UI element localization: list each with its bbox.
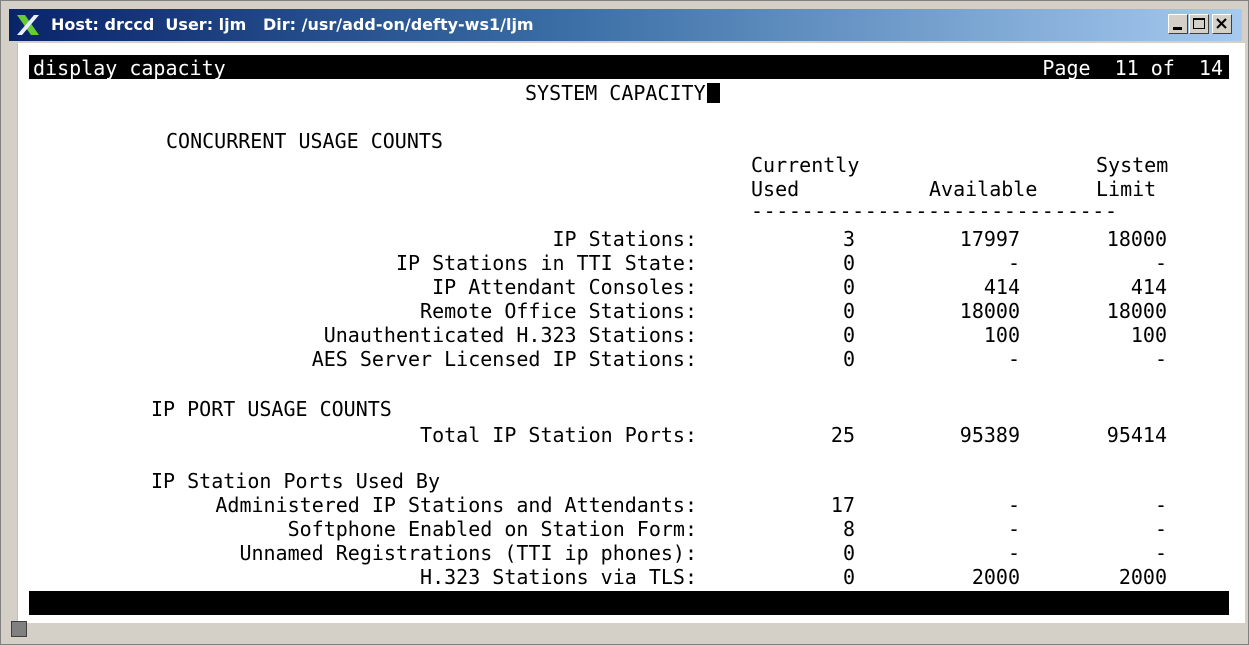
message-line xyxy=(29,591,1229,615)
screen-title: SYSTEM CAPACITY xyxy=(525,81,720,105)
limit-value: 18000 xyxy=(1106,227,1167,251)
port-usage-heading: IP PORT USAGE COUNTS xyxy=(151,397,392,421)
available-value: 17997 xyxy=(959,227,1020,251)
close-button[interactable] xyxy=(1212,14,1232,34)
x-app-icon xyxy=(17,15,39,35)
row-label: Administered IP Stations and Attendants: xyxy=(215,493,697,517)
limit-value: 95414 xyxy=(1106,423,1167,447)
available-value: 95389 xyxy=(959,423,1020,447)
row-label: Unauthenticated H.323 Stations: xyxy=(323,323,697,347)
used-value: 0 xyxy=(842,565,855,589)
used-value: 3 xyxy=(842,227,855,251)
available-value: - xyxy=(1007,517,1020,541)
available-value: - xyxy=(1007,493,1020,517)
available-value: 100 xyxy=(983,323,1020,347)
available-value: - xyxy=(1007,347,1020,371)
command-text: display capacity xyxy=(33,56,226,80)
available-value: 2000 xyxy=(971,565,1020,589)
row-label: IP Stations in TTI State: xyxy=(395,251,697,275)
limit-value: - xyxy=(1154,517,1167,541)
col-header-used-2: Used xyxy=(751,177,800,201)
limit-value: - xyxy=(1154,493,1167,517)
page-indicator: Page 11 of 14 xyxy=(1042,56,1223,80)
used-value: 0 xyxy=(842,299,855,323)
resize-grip[interactable] xyxy=(11,621,27,637)
used-value: 0 xyxy=(842,347,855,371)
used-value: 0 xyxy=(842,323,855,347)
row-label: Total IP Station Ports: xyxy=(420,423,697,447)
close-icon xyxy=(1216,18,1227,29)
limit-value: - xyxy=(1154,251,1167,275)
minimize-icon xyxy=(1173,27,1182,30)
col-header-available: Available xyxy=(929,177,1038,201)
window-title: Host: drccd User: ljm Dir: /usr/add-on/d… xyxy=(51,15,534,34)
available-value: 414 xyxy=(983,275,1020,299)
maximize-button[interactable] xyxy=(1189,14,1209,34)
row-label: Unnamed Registrations (TTI ip phones): xyxy=(239,541,697,565)
row-label: IP Stations: xyxy=(552,227,698,251)
concurrent-heading: CONCURRENT USAGE COUNTS xyxy=(166,129,443,153)
status-line: display capacity Page 11 of 14 xyxy=(29,55,1229,80)
row-label: IP Attendant Consoles: xyxy=(432,275,697,299)
used-value: 0 xyxy=(842,251,855,275)
limit-value: 18000 xyxy=(1106,299,1167,323)
terminal-window: Host: drccd User: ljm Dir: /usr/add-on/d… xyxy=(0,0,1249,645)
row-label: Softphone Enabled on Station Form: xyxy=(287,517,697,541)
text-cursor xyxy=(706,83,720,103)
limit-value: 414 xyxy=(1130,275,1167,299)
col-header-limit-2: Limit xyxy=(1096,177,1157,201)
row-label: AES Server Licensed IP Stations: xyxy=(311,347,697,371)
title-bar[interactable]: Host: drccd User: ljm Dir: /usr/add-on/d… xyxy=(9,9,1242,41)
column-separator: ----------------------------- xyxy=(751,199,1118,223)
limit-value: - xyxy=(1154,347,1167,371)
minimize-button[interactable] xyxy=(1168,14,1188,34)
row-label: Remote Office Stations: xyxy=(420,299,697,323)
maximize-icon xyxy=(1193,18,1205,29)
used-value: 8 xyxy=(842,517,855,541)
limit-value: 100 xyxy=(1130,323,1167,347)
ports-used-by-heading: IP Station Ports Used By xyxy=(151,469,440,493)
used-value: 17 xyxy=(830,493,855,517)
used-value: 25 xyxy=(830,423,855,447)
row-label: H.323 Stations via TLS: xyxy=(420,565,697,589)
used-value: 0 xyxy=(842,275,855,299)
used-value: 0 xyxy=(842,541,855,565)
limit-value: - xyxy=(1154,541,1167,565)
available-value: - xyxy=(1007,251,1020,275)
col-header-used-1: Currently xyxy=(751,153,860,177)
available-value: - xyxy=(1007,541,1020,565)
limit-value: 2000 xyxy=(1118,565,1167,589)
available-value: 18000 xyxy=(959,299,1020,323)
col-header-limit-1: System xyxy=(1096,153,1169,177)
